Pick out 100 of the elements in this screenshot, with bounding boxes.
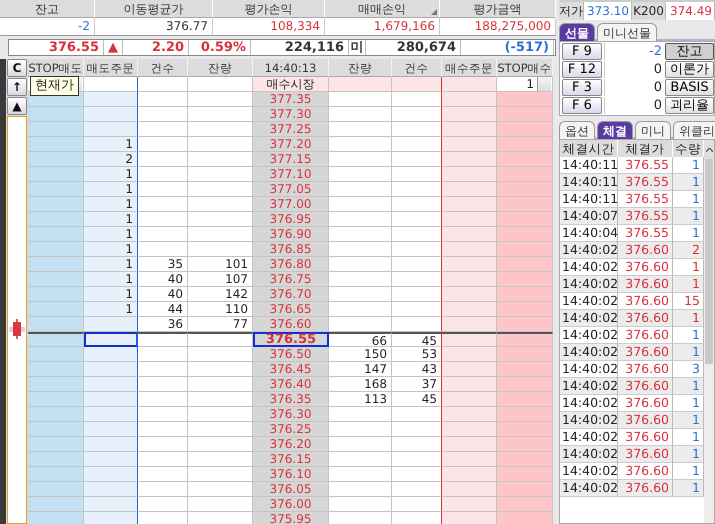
price-cell[interactable]: 376.45 <box>253 362 329 377</box>
table-cell <box>329 467 392 482</box>
table-cell <box>442 242 497 257</box>
table-cell <box>84 362 138 377</box>
table-cell <box>442 452 497 467</box>
price-cell[interactable]: 376.05 <box>253 482 329 497</box>
tab[interactable]: 위클리 <box>673 121 715 139</box>
table-cell <box>329 422 392 437</box>
header-label: 잔고 <box>35 2 59 16</box>
contract-button[interactable]: F 6 <box>562 97 602 114</box>
price-cell[interactable]: 376.20 <box>253 437 329 452</box>
table-cell <box>442 347 497 362</box>
contract-button[interactable]: F 9 <box>562 43 602 60</box>
price-cell[interactable]: 376.75 <box>253 272 329 287</box>
price-cell[interactable]: 376.65 <box>253 302 329 317</box>
table-cell: 14:40:02 <box>560 463 618 480</box>
table-cell: 1 <box>673 157 704 174</box>
table-cell <box>497 257 553 272</box>
spinner-field[interactable]: 1 <box>497 77 553 92</box>
table-cell <box>392 272 442 287</box>
price-cell[interactable]: 376.40 <box>253 377 329 392</box>
table-cell <box>138 467 188 482</box>
tab[interactable]: 체결 <box>597 121 633 139</box>
table-cell <box>28 302 84 317</box>
table-cell: 1 <box>673 378 704 395</box>
table-cell: 40 <box>138 272 188 287</box>
price-cell[interactable]: 376.55 <box>253 332 329 347</box>
table-cell <box>28 137 84 152</box>
open-interest-change: (-517) <box>461 40 554 55</box>
table-cell <box>392 242 442 257</box>
contract-button[interactable]: F 3 <box>562 79 602 96</box>
table-cell: 45 <box>392 332 442 347</box>
table-cell <box>28 152 84 167</box>
tab[interactable]: 옵션 <box>559 121 595 139</box>
table-cell <box>84 107 138 122</box>
rail-button[interactable]: C <box>7 59 27 77</box>
table-cell: 376.60 <box>618 259 673 276</box>
price-cell[interactable]: 377.05 <box>253 182 329 197</box>
table-cell: 376.55 <box>618 225 673 242</box>
price-cell[interactable]: 376.35 <box>253 392 329 407</box>
price-cell[interactable]: 377.15 <box>253 152 329 167</box>
table-cell: 77 <box>188 317 253 332</box>
table-cell <box>188 407 253 422</box>
tab[interactable]: 미니선물 <box>597 23 657 41</box>
table-cell: 1 <box>673 327 704 344</box>
price-cell[interactable]: 377.30 <box>253 107 329 122</box>
table-cell <box>392 227 442 242</box>
table-cell <box>84 317 138 332</box>
price-cell[interactable]: 376.25 <box>253 422 329 437</box>
price-cell[interactable]: 376.85 <box>253 242 329 257</box>
tab[interactable]: 미니 <box>635 121 671 139</box>
table-cell: 376.60 <box>618 242 673 259</box>
table-cell <box>497 362 553 377</box>
table-cell: 1 <box>673 395 704 412</box>
table-cell: 1 <box>673 412 704 429</box>
table-cell: 376.60 <box>618 378 673 395</box>
info-button[interactable]: 잔고 <box>665 43 714 60</box>
price-cell[interactable]: 377.25 <box>253 122 329 137</box>
table-cell <box>28 212 84 227</box>
info-button[interactable]: 괴리율 <box>665 97 714 114</box>
price-cell[interactable]: 376.30 <box>253 407 329 422</box>
column-header: 매도주문 <box>84 59 138 77</box>
candle-marker-icon <box>9 319 25 339</box>
rail-button[interactable]: ↑ <box>7 78 27 96</box>
price-cell[interactable]: 376.15 <box>253 452 329 467</box>
table-cell <box>392 287 442 302</box>
price-cell[interactable]: 376.50 <box>253 347 329 362</box>
table-cell <box>392 197 442 212</box>
contract-button[interactable]: F 12 <box>562 61 602 78</box>
table-cell: 376.60 <box>618 446 673 463</box>
price-cell[interactable]: 376.80 <box>253 257 329 272</box>
table-cell <box>329 512 392 524</box>
price-cell[interactable]: 376.95 <box>253 212 329 227</box>
price-cell[interactable]: 376.70 <box>253 287 329 302</box>
scroll-up-icon[interactable] <box>706 148 712 152</box>
price-cell[interactable]: 375.95 <box>253 512 329 524</box>
table-cell: 2 <box>673 242 704 259</box>
table-cell: 43 <box>392 362 442 377</box>
tab[interactable]: 선물 <box>559 23 595 41</box>
price-cell[interactable]: 376.60 <box>253 317 329 332</box>
table-cell <box>28 422 84 437</box>
table-cell <box>138 167 188 182</box>
table-cell <box>442 227 497 242</box>
rail-button[interactable]: ▲ <box>7 97 27 115</box>
info-button[interactable]: 이론가 <box>665 61 714 78</box>
table-cell <box>442 482 497 497</box>
price-cell[interactable]: 377.00 <box>253 197 329 212</box>
table-cell <box>138 347 188 362</box>
info-button[interactable]: BASIS <box>665 79 714 96</box>
price-cell[interactable]: 377.10 <box>253 167 329 182</box>
price-cell[interactable]: 376.90 <box>253 227 329 242</box>
price-cell[interactable]: 376.10 <box>253 467 329 482</box>
table-cell <box>442 512 497 524</box>
table-cell: 376.60 <box>618 412 673 429</box>
table-cell: 1 <box>673 429 704 446</box>
market-order-cell[interactable]: 매수시장 <box>253 77 329 92</box>
price-cell[interactable]: 377.35 <box>253 92 329 107</box>
scrollbar[interactable] <box>704 140 714 523</box>
price-cell[interactable]: 377.20 <box>253 137 329 152</box>
price-cell[interactable]: 376.00 <box>253 497 329 512</box>
